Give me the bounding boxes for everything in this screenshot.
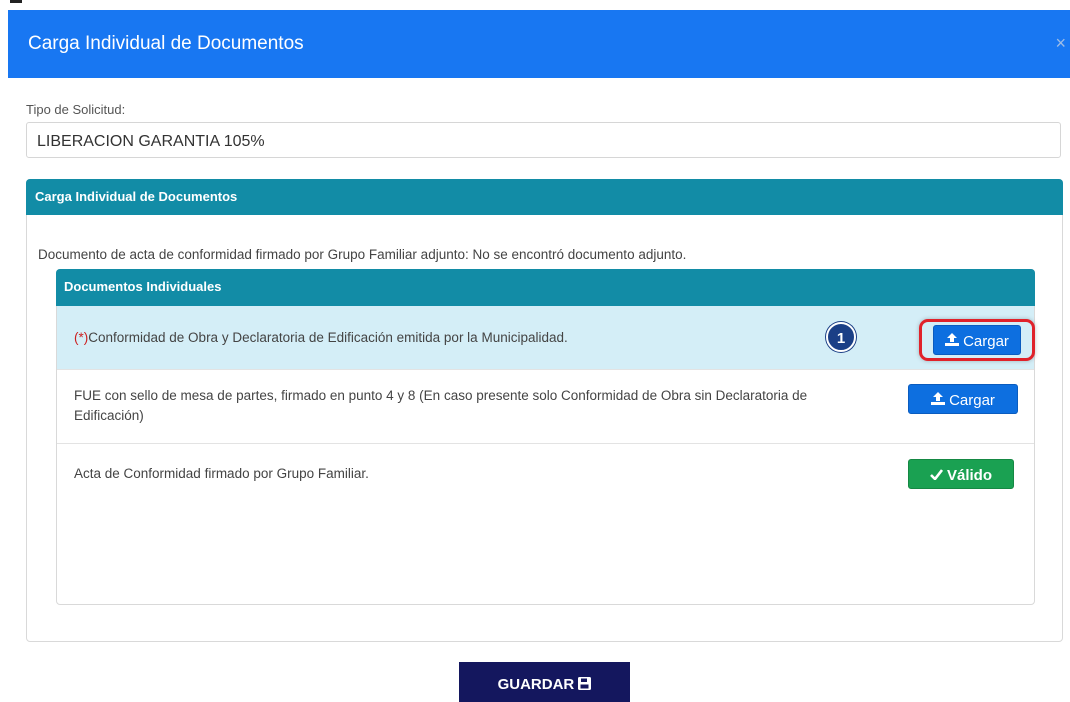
save-button-label: GUARDAR — [497, 676, 575, 693]
valid-button-label: Válido — [946, 467, 992, 484]
floppy-disk-icon — [578, 676, 592, 693]
attachment-status-note: Documento de acta de conformidad firmado… — [38, 247, 687, 262]
individual-documents-title: Documentos Individuales — [56, 269, 1035, 306]
document-description: (*)Conformidad de Obra y Declaratoria de… — [74, 328, 854, 348]
upload-icon — [931, 392, 946, 409]
request-type-label: Tipo de Solicitud: — [26, 102, 126, 117]
upload-panel-title: Carga Individual de Documentos — [26, 179, 1063, 215]
upload-button[interactable]: Cargar — [908, 384, 1018, 414]
check-icon — [930, 467, 944, 484]
document-name: FUE con sello de mesa de partes, firmado… — [74, 388, 808, 423]
modal-title: Carga Individual de Documentos — [28, 33, 304, 54]
save-button[interactable]: GUARDAR — [459, 662, 630, 702]
document-name: Acta de Conformidad firmado por Grupo Fa… — [74, 466, 369, 481]
individual-documents-table: Documentos Individuales (*)Conformidad d… — [56, 269, 1035, 605]
document-name: Conformidad de Obra y Declaratoria de Ed… — [88, 330, 568, 345]
modal-header: Carga Individual de Documentos × — [8, 10, 1070, 78]
document-row: Acta de Conformidad firmado por Grupo Fa… — [57, 444, 1034, 508]
upload-button-label: Cargar — [963, 333, 1009, 350]
request-type-field[interactable]: LIBERACION GARANTIA 105% — [26, 122, 1061, 158]
valid-button[interactable]: Válido — [908, 459, 1014, 489]
top-strip — [0, 0, 1070, 10]
close-icon[interactable]: × — [1055, 34, 1066, 52]
upload-button-label: Cargar — [949, 392, 995, 409]
upload-panel: Carga Individual de Documentos Documento… — [26, 179, 1063, 642]
document-row: (*)Conformidad de Obra y Declaratoria de… — [57, 306, 1035, 370]
step-badge: 1 — [826, 322, 856, 352]
top-strip-mark — [10, 0, 22, 3]
upload-button[interactable]: Cargar — [933, 325, 1021, 355]
required-mark: (*) — [74, 330, 89, 345]
upload-icon — [945, 333, 960, 350]
document-row: FUE con sello de mesa de partes, firmado… — [57, 370, 1034, 444]
